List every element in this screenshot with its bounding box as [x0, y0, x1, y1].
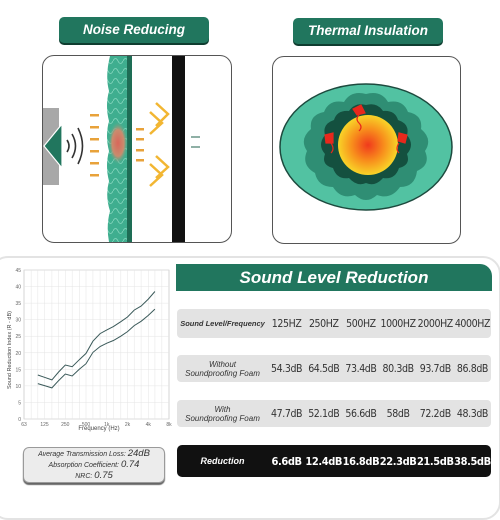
- table-cell: 22.3dB: [379, 454, 417, 468]
- residual-sound-dashes: [191, 136, 200, 148]
- wall: [172, 56, 185, 242]
- x-tick-label: 4k: [146, 422, 152, 428]
- absorption-coefficient-value: 0.74: [120, 459, 140, 470]
- x-tick-label: 63: [21, 422, 27, 428]
- heat-source: [338, 115, 398, 175]
- transmission-loss-label: Average Transmission Loss:: [38, 451, 126, 458]
- sound-wave-dashes: [90, 114, 99, 177]
- chart-svg: 05101520253035404563 125 250 500 1k 2k 4k 8k Fr…: [7, 268, 172, 432]
- table-cell: 12.4dB: [305, 454, 343, 468]
- table-cell: 48.3dB: [456, 407, 489, 420]
- table-cell: 80.3dB: [382, 362, 415, 375]
- sound-reduction-chart: 0 5 10 15 20 25 30 35 40 45 63 125 250 500 1k 2k 4k 8k Fr…: [4, 262, 174, 432]
- table-header-row: Sound Level/Frequency 125HZ 250HZ 500HZ …: [177, 309, 491, 338]
- table-row-without-foam: Without Soundproofing Foam 54.3dB 64.5dB…: [177, 355, 491, 382]
- table-cell: 93.7dB: [419, 362, 452, 375]
- x-tick-label: 250: [61, 422, 70, 428]
- table-cell: 72.2dB: [419, 407, 452, 420]
- y-tick-label: 40: [15, 285, 21, 291]
- y-tick-label: 30: [15, 318, 21, 324]
- speaker-icon: [43, 108, 84, 185]
- table-cell: 38.5dB: [454, 454, 491, 468]
- x-tick-label: 2k: [125, 422, 131, 428]
- y-axis-label: Sound Reduction Index (R - dB): [7, 311, 13, 389]
- y-tick-label: 35: [15, 301, 21, 307]
- y-tick-label: 25: [15, 334, 21, 340]
- row-label-line2: Soundproofing Foam: [185, 368, 260, 378]
- reflection-arrows: [149, 102, 170, 187]
- table-cell: 6.6dB: [271, 454, 303, 468]
- x-tick-label: 125: [40, 422, 49, 428]
- row-label: With Soundproofing Foam: [177, 405, 268, 423]
- header-cell: 2000HZ: [417, 317, 454, 330]
- row-label-line1: With: [214, 404, 231, 414]
- noise-reducing-panel: [42, 55, 232, 243]
- thermal-insulation-title: Thermal Insulation: [293, 18, 443, 44]
- transmission-loss-value: 24dB: [127, 448, 150, 459]
- sound-level-reduction-title: Sound Level Reduction: [176, 264, 492, 291]
- x-tick-label: 8k: [166, 422, 172, 428]
- header-cell: 500HZ: [346, 317, 376, 330]
- header-label: Sound Level/Frequency: [180, 319, 265, 328]
- foam-layer: [107, 56, 132, 242]
- header-cell: 4000HZ: [454, 317, 491, 330]
- table-cell: 47.7dB: [271, 407, 303, 420]
- table-cell: 21.5dB: [416, 454, 454, 468]
- noise-reducing-title: Noise Reducing: [59, 17, 209, 43]
- absorption-coefficient-label: Absorption Coefficient:: [48, 462, 119, 469]
- y-tick-label: 45: [15, 268, 21, 274]
- nrc-value: 0.75: [94, 470, 113, 481]
- table-cell: 58dB: [386, 407, 410, 420]
- thermal-insulation-panel: [272, 56, 461, 244]
- y-tick-label: 15: [15, 367, 21, 373]
- table-row-with-foam: With Soundproofing Foam 47.7dB 52.1dB 56…: [177, 400, 491, 427]
- row-label-line1: Without: [208, 359, 237, 369]
- y-tick-label: 5: [18, 400, 21, 406]
- nrc-label: NRC:: [75, 473, 93, 480]
- y-tick-label: 20: [15, 351, 21, 357]
- y-tick-label: 10: [15, 384, 21, 390]
- header-cell: 250HZ: [308, 317, 339, 330]
- header-cell: 1000HZ: [380, 317, 416, 330]
- row-label: Without Soundproofing Foam: [177, 360, 268, 378]
- plot-area: [23, 269, 170, 420]
- table-cell: 86.8dB: [456, 362, 489, 375]
- table-cell: 64.5dB: [308, 362, 340, 375]
- transmitted-wave-dashes: [136, 128, 144, 162]
- table-cell: 56.6dB: [345, 407, 377, 420]
- table-cell: 52.1dB: [308, 407, 340, 420]
- thermal-insulation-illustration: [279, 83, 453, 211]
- header-cell: 125HZ: [271, 317, 302, 330]
- noise-reducing-illustration: [43, 56, 200, 242]
- row-label: Reduction: [200, 455, 245, 466]
- table-cell: 73.4dB: [345, 362, 377, 375]
- table-cell: 16.8dB: [342, 454, 380, 468]
- table-cell: 54.3dB: [271, 362, 303, 375]
- row-label-line2: Soundproofing Foam: [185, 413, 260, 423]
- x-axis-label: Frequency (Hz): [78, 426, 119, 432]
- acoustic-stats-box: Average Transmission Loss: 24dB Absorpti…: [23, 447, 165, 483]
- table-row-reduction: Reduction 6.6dB 12.4dB 16.8dB 22.3dB 21.…: [177, 445, 491, 477]
